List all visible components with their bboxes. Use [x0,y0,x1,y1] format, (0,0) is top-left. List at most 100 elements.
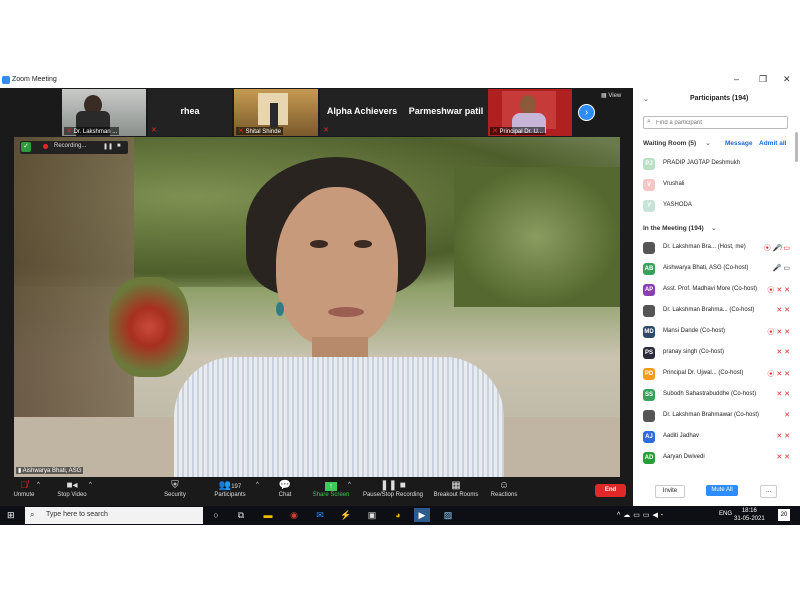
participant-name: YASHODA [663,202,692,208]
foliage-right [454,167,620,307]
participant-row[interactable]: AJ Aaditi Jadhav ✕ ✕ [640,428,792,447]
end-button[interactable]: End [595,484,626,497]
participant-row[interactable]: MD Mansi Dande (Co-host) ⦿ ✕ ✕ [640,323,792,342]
cortana-icon[interactable]: ○ [208,508,224,522]
zoom-taskbar-icon[interactable]: ▶ [414,508,430,522]
invite-button[interactable]: Invite [655,485,685,498]
participant-row[interactable]: Dr. Lakshman Brahma... (Co-host) ✕ ✕ [640,302,792,321]
chevron-up-icon[interactable]: ^ [89,482,92,488]
shield-icon: ✓ [21,142,31,152]
language-indicator[interactable]: ENG [719,511,732,517]
admit-all-link[interactable]: Admit all [759,140,786,147]
mic-off-icon: ✕ [492,128,498,135]
participant-row[interactable]: SS Subodh Sahastrabuddhe (Co-host) ✕ ✕ [640,386,792,405]
thumb-label: ✕ Shital Shinde [236,127,283,135]
participant-status-icons: ⦿ ✕ ✕ [767,371,790,378]
participant-row[interactable]: Dr. Lakshman Brahmawar (Co-host) ✕ [640,407,792,426]
avatar: PJ [643,158,655,170]
close-button[interactable]: ✕ [783,74,791,85]
stop-recording-icon[interactable]: ■ [117,143,121,149]
flower-arrangement [109,277,189,377]
video-thumbnail[interactable]: ✕ Dr. Lakshman ... [62,89,146,136]
participant-name: Aaditi Jadhav [663,433,700,439]
pause-stop-recording-button[interactable]: ❚❚ ■ Pause/Stop Recording [357,480,429,498]
person-eye [354,240,372,248]
chevron-down-icon[interactable]: ⌄ [711,224,717,232]
app-icon[interactable]: ◕ [390,508,406,522]
notification-icon[interactable]: 20 [778,509,790,521]
smile-icon: ☺ [498,480,510,491]
next-page-button[interactable]: › [578,104,595,121]
clock[interactable]: 18:16 31-05-2021 [734,507,765,523]
person-shirt [174,357,504,477]
system-tray-icons[interactable]: ^☁▭▭◀ꞏ [617,511,666,520]
waiting-participant-row[interactable]: V Vrushali [640,176,792,195]
waiting-room-title[interactable]: Waiting Room (5) [643,140,696,147]
recording-label: Recording... [54,143,87,149]
in-meeting-title[interactable]: In the Meeting (194) [643,225,704,232]
thumb-label: ✕ Principal Dr. U... [490,127,545,135]
mail-icon[interactable]: ✉ [312,508,328,522]
participants-button[interactable]: 👥197 Participants [202,480,258,498]
participant-row[interactable]: Dr. Lakshman Bra... (Host, me) ⦿ 🎤̸ ▭ [640,239,792,258]
participant-name: Vrushali [663,181,685,187]
more-button[interactable]: ... [760,485,777,498]
participant-name: Aaryan Dwivedi [663,454,705,460]
chevron-down-icon[interactable]: ⌄ [643,95,649,103]
waiting-participant-row[interactable]: Y YASHODA [640,197,792,216]
avatar: V [643,179,655,191]
name-thumbnail[interactable]: Parmeshwar patil [404,89,488,136]
winamp-icon[interactable]: ⚡ [338,508,354,522]
file-explorer-icon[interactable]: ▬ [260,508,276,522]
search-icon: ⌕ [647,118,651,125]
name-thumbnail[interactable]: rhea ✕ [148,89,232,136]
mic-off-icon: ✕ [151,127,157,134]
participant-name: Mansi Dande (Co-host) [663,328,726,334]
chevron-up-icon[interactable]: ^ [37,482,40,488]
panel-scrollbar[interactable] [795,132,798,162]
pause-recording-icon[interactable]: ❚❚ [103,143,113,150]
taskbar-search-text: Type here to search [46,511,108,518]
reactions-button[interactable]: ☺ Reactions [476,480,532,498]
person-face [276,187,398,347]
chevron-up-icon[interactable]: ^ [348,482,351,488]
avatar [643,305,655,317]
windows-start-icon[interactable]: ⊞ [7,510,15,521]
participant-row[interactable]: PS pranay singh (Co-host) ✕ ✕ [640,344,792,363]
participant-search-input[interactable] [643,116,788,129]
name-thumbnail[interactable]: Alpha Achievers ✕ [320,89,404,136]
thumb-name: rhea [180,106,200,116]
avatar [643,410,655,422]
participant-status-icons: ✕ ✕ [776,391,790,398]
signal-icon: ▮ [18,468,22,474]
chrome-icon[interactable]: ◉ [286,508,302,522]
maximize-button[interactable]: ❐ [759,74,767,85]
message-link[interactable]: Message [725,140,752,147]
avatar: PS [643,347,655,359]
zoom-logo-icon [2,76,10,84]
thumb-name: Alpha Achievers [326,106,398,116]
participant-figure [270,103,278,127]
photos-icon[interactable]: ▨ [440,508,456,522]
title-bar [0,74,800,88]
chevron-down-icon[interactable]: ⌄ [705,139,711,147]
waiting-participant-row[interactable]: PJ PRADIP JAGTAP Deshmukh [640,155,792,174]
participant-row[interactable]: AD Aaryan Dwivedi ✕ ✕ [640,449,792,468]
avatar: AJ [643,431,655,443]
video-thumbnail[interactable]: ✕ Shital Shinde [234,89,318,136]
avatar: SS [643,389,655,401]
participant-name: Subodh Sahastrabuddhe (Co-host) [663,391,757,397]
participant-name: Dr. Lakshman Brahma... (Co-host) [663,307,755,313]
view-button[interactable]: ▦ View [601,92,621,99]
security-button[interactable]: ⛨ Security [147,480,203,498]
participant-row[interactable]: AB Aishwarya Bhati, ASG (Co-host) 🎤 ▭ [640,260,792,279]
mute-all-button[interactable]: Mute All [706,485,738,496]
minimize-button[interactable]: – [734,74,739,84]
person-mouth [328,307,364,317]
participant-row[interactable]: PD Principal Dr. Ujwal... (Co-host) ⦿ ✕ … [640,365,792,384]
participant-row[interactable]: AP Asst. Prof. Madhavi More (Co-host) ⦿ … [640,281,792,300]
video-thumbnail[interactable]: ✕ Principal Dr. U... [488,89,572,136]
store-icon[interactable]: ▣ [364,508,380,522]
participant-name: Dr. Lakshman Bra... (Host, me) [663,244,746,250]
task-view-icon[interactable]: ⧉ [233,508,249,522]
